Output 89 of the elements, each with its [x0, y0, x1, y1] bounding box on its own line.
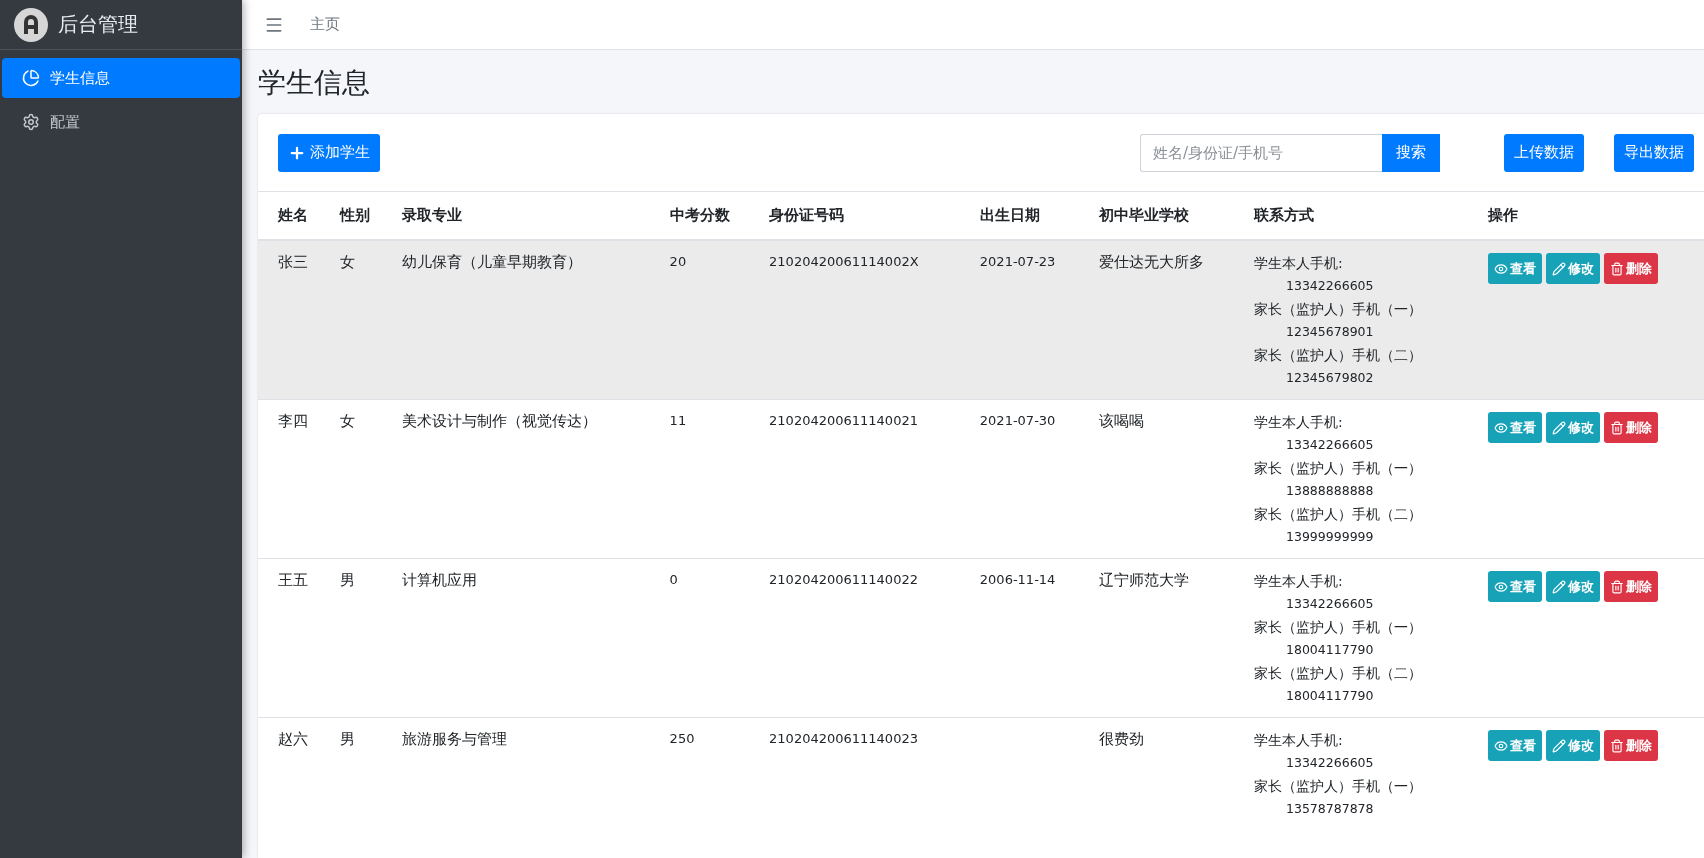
table-cell: 男	[340, 730, 356, 748]
contact-label: 学生本人手机:	[1254, 413, 1344, 432]
table-cell: 美术设计与制作（视觉传达）	[402, 412, 598, 430]
delete-button[interactable]: 删除	[1603, 571, 1658, 602]
delete-button[interactable]: 删除	[1603, 412, 1658, 443]
contact-phone: 13342266605	[1285, 277, 1375, 295]
page-title: 学生信息	[258, 65, 371, 101]
table-cell: 2006-11-14	[979, 572, 1056, 587]
contact-phone: 12345678901	[1285, 323, 1375, 341]
view-button[interactable]: 查看	[1487, 730, 1542, 761]
contact-label: 家长（监护人）手机（二）	[1254, 346, 1423, 365]
breadcrumb-link[interactable]: 主页	[310, 15, 340, 34]
trash-icon	[1609, 579, 1624, 594]
delete-button[interactable]: 删除	[1603, 730, 1658, 761]
contact-label: 家长（监护人）手机（一）	[1254, 459, 1423, 478]
contact-phone: 13999999999	[1285, 528, 1375, 546]
table-row[interactable]: 李四 女 美术设计与制作（视觉传达） 11 210204200611140021 2021-07-30 该喝喝 学生本人手机: 13342266605 家长（监护人）手机（一） 13888888888 家长（监护人）手机（二） 13999999999 查看 修改 删除	[258, 399, 1704, 559]
search-field[interactable]: 姓名/身份证/手机号	[1140, 133, 1382, 172]
eye-icon	[1493, 738, 1508, 753]
table-cell: 赵六	[278, 730, 308, 748]
contact-label: 家长（监护人）手机（一）	[1254, 618, 1423, 637]
table-cell: 2021-07-30	[979, 413, 1056, 428]
search-button[interactable]: 搜索	[1382, 133, 1440, 172]
contact-phone: 12345679802	[1285, 369, 1375, 387]
table-cell: 张三	[278, 253, 308, 271]
toolbar-button[interactable]: 上传数据	[1504, 133, 1584, 172]
pencil-icon	[1551, 420, 1566, 435]
contact-label: 学生本人手机:	[1254, 731, 1344, 750]
trash-icon	[1609, 738, 1624, 753]
table-cell: 辽宁师范大学	[1098, 571, 1189, 589]
eye-icon	[1493, 420, 1508, 435]
contact-label: 家长（监护人）手机（二）	[1254, 505, 1423, 524]
contact-label: 学生本人手机:	[1254, 254, 1344, 273]
contact-phone: 18004117790	[1285, 687, 1375, 705]
table-cell: 2021-07-23	[979, 254, 1056, 269]
logo-icon	[14, 7, 48, 42]
table-cell: 男	[340, 571, 356, 589]
table-cell: 爱仕达无大所多	[1098, 253, 1204, 271]
add-student-button[interactable]: 添加学生	[278, 133, 380, 172]
sidebar-item[interactable]: 学生信息	[2, 58, 240, 98]
eye-icon	[1493, 261, 1508, 276]
view-button[interactable]: 查看	[1487, 412, 1542, 443]
edit-button[interactable]: 修改	[1545, 412, 1600, 443]
view-button[interactable]: 查看	[1487, 253, 1542, 284]
table-cell: 幼儿保育（儿童早期教育）	[402, 253, 583, 271]
edit-button[interactable]: 修改	[1545, 730, 1600, 761]
table-cell: 20	[669, 254, 687, 269]
contact-label: 家长（监护人）手机（二）	[1254, 664, 1423, 683]
contact-phone: 13342266605	[1285, 754, 1375, 772]
table-cell: 该喝喝	[1098, 412, 1144, 430]
contact-label: 家长（监护人）手机（一）	[1254, 777, 1423, 796]
table-cell: 王五	[278, 571, 308, 589]
contact-label: 家长（监护人）手机（一）	[1254, 300, 1423, 319]
table-cell: 女	[340, 253, 356, 271]
table-cell: 210204200611140022	[769, 572, 918, 587]
delete-button[interactable]: 删除	[1603, 253, 1658, 284]
eye-icon	[1493, 579, 1508, 594]
pencil-icon	[1551, 579, 1566, 594]
table-cell: 女	[340, 412, 356, 430]
trash-icon	[1609, 420, 1624, 435]
view-button[interactable]: 查看	[1487, 571, 1542, 602]
table-cell: 250	[669, 731, 695, 746]
table-cell: 210204200611140023	[769, 731, 918, 746]
trash-icon	[1609, 261, 1624, 276]
settings-icon	[22, 113, 40, 131]
table-cell: 计算机应用	[402, 571, 478, 589]
brand-title: 后台管理	[58, 11, 138, 38]
table-cell: 21020420061114002X	[769, 254, 919, 269]
contact-phone: 13342266605	[1285, 595, 1375, 613]
table-cell: 很费劲	[1098, 730, 1144, 748]
table-cell: 李四	[278, 412, 308, 430]
edit-button[interactable]: 修改	[1545, 571, 1600, 602]
contact-phone: 13578787878	[1285, 800, 1375, 818]
table-cell: 11	[669, 413, 687, 428]
pencil-icon	[1551, 738, 1566, 753]
sidebar-item[interactable]: 配置	[2, 102, 240, 142]
table-cell: 旅游服务与管理	[402, 730, 508, 748]
contact-phone: 13342266605	[1285, 436, 1375, 454]
table-cell: 0	[669, 572, 678, 587]
contact-phone: 18004117790	[1285, 641, 1375, 659]
table-cell: 210204200611140021	[769, 413, 918, 428]
contact-phone: 13888888888	[1285, 482, 1375, 500]
pie-chart-icon	[22, 69, 40, 87]
edit-button[interactable]: 修改	[1545, 253, 1600, 284]
contact-label: 学生本人手机:	[1254, 572, 1344, 591]
table-row[interactable]: 赵六 男 旅游服务与管理 250 210204200611140023 很费劲 学生本人手机: 13342266605 家长（监护人）手机（一） 13578787878 查看 修改 删除	[258, 717, 1704, 830]
toolbar-button[interactable]: 导出数据	[1614, 133, 1694, 172]
pencil-icon	[1551, 261, 1566, 276]
table-row[interactable]: 王五 男 计算机应用 0 210204200611140022 2006-11-14 辽宁师范大学 学生本人手机: 13342266605 家长（监护人）手机（一） 18004117790 家长（监护人）手机（二） 18004117790 查看 修改 删除	[258, 558, 1704, 718]
